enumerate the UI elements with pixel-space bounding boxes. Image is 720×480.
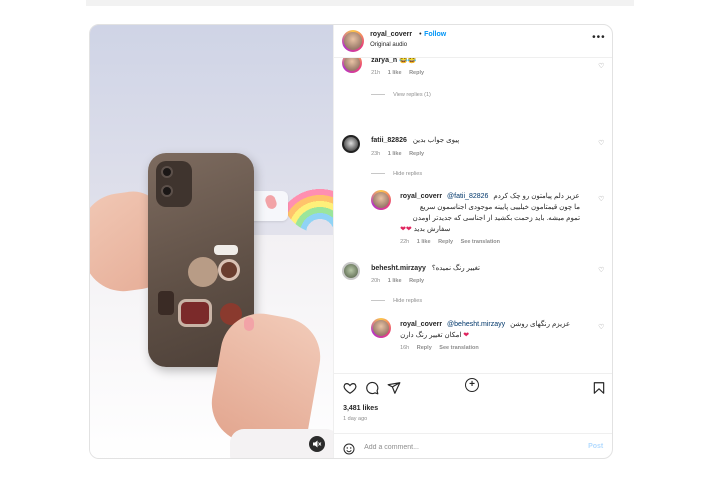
comment-likes[interactable]: 1 like [388, 278, 402, 284]
reply-body-line: عزیزم رنگهای روشن [510, 321, 571, 328]
heart-emoji: ❤ [463, 332, 470, 339]
heart-icon[interactable]: ♡ [598, 139, 604, 147]
post-dialog: royal_coverr • Follow Original audio •••… [89, 24, 613, 459]
avatar[interactable] [342, 58, 363, 73]
post-username[interactable]: royal_coverr [370, 31, 412, 38]
post-time-ago[interactable]: 1 day ago [343, 416, 367, 422]
sweet-label [214, 245, 238, 255]
likes-count[interactable]: 3,481 likes [343, 405, 378, 412]
reply-button[interactable]: Reply [409, 70, 424, 76]
post-media[interactable] [90, 25, 334, 458]
view-replies-button[interactable]: View replies (1) [371, 92, 431, 98]
comment-text: fatii_82826 پیوی جواب بدین [371, 136, 459, 144]
avatar[interactable] [342, 30, 365, 52]
reply-meta: 16h Reply See translation [400, 345, 485, 351]
comment-username[interactable]: zarya_n [371, 58, 397, 64]
send-icon[interactable] [387, 381, 401, 395]
comment-text: behesht.mirzayy تغییر رنگ نمیده؟ [371, 264, 480, 272]
comment-text: zarya_n 😂😂 [371, 58, 416, 64]
comment-icon[interactable] [365, 381, 379, 395]
see-translation-button[interactable]: See translation [439, 345, 478, 351]
reply-body-line: عزیز دلم پیامتون رو چک کردم [493, 193, 580, 200]
add-comment-bar: Post [334, 433, 612, 458]
reply-button[interactable]: Reply [417, 345, 432, 351]
load-more-comments-icon[interactable]: + [465, 378, 480, 392]
avatar[interactable] [371, 190, 392, 210]
reply-mention[interactable]: @behesht.mirzayy [447, 321, 505, 328]
reply-username[interactable]: royal_coverr [400, 321, 442, 328]
reply-meta: 22h 1 like Reply See translation [400, 239, 506, 245]
reply-body-line: امکان تغییر رنگ دارن ❤ [400, 332, 470, 339]
comment-likes[interactable]: 1 like [388, 151, 402, 157]
reply-body-line: ❤❤ سفارش بدید [400, 226, 451, 233]
comments-list[interactable]: zarya_n 😂😂 21h 1 like Reply ♡ View repli… [334, 58, 612, 395]
reply-button[interactable]: Reply [438, 239, 453, 245]
comment-time[interactable]: 20h [371, 278, 380, 284]
reply-username[interactable]: royal_coverr [400, 193, 442, 200]
heart-emoji: ❤❤ [400, 226, 412, 233]
audio-label[interactable]: Original audio [370, 42, 407, 48]
page-top-bar [86, 0, 634, 6]
comment-time[interactable]: 16h [400, 345, 409, 351]
avatar[interactable] [342, 262, 361, 280]
speaker-muted-icon[interactable] [309, 436, 325, 452]
avatar[interactable] [342, 135, 361, 153]
post-side-panel: royal_coverr • Follow Original audio •••… [333, 25, 612, 458]
comment-time[interactable]: 22h [400, 239, 409, 245]
actions-divider [334, 373, 612, 374]
reply-mention[interactable]: @fatii_82826 [447, 193, 488, 200]
cookie-charm [178, 299, 212, 327]
hide-replies-button[interactable]: Hide replies [371, 298, 422, 304]
comment-body: تغییر رنگ نمیده؟ [431, 265, 480, 272]
coffee-charm [158, 291, 174, 315]
comment-body: پیوی جواب بدین [412, 137, 460, 144]
reply-body-line: ما چون قیمتامون خیلییی پایینه موجودی اجن… [419, 204, 581, 211]
comment-username[interactable]: behesht.mirzayy [371, 265, 426, 272]
reply-button[interactable]: Reply [409, 151, 424, 157]
smiley-icon[interactable] [343, 442, 355, 455]
heart-icon[interactable]: ♡ [598, 195, 604, 203]
comment-meta: 21h 1 like Reply [371, 70, 430, 76]
heart-icon[interactable]: ♡ [598, 323, 604, 331]
more-horizontal-icon[interactable]: ••• [592, 32, 606, 43]
comment-body: 😂😂 [399, 58, 417, 64]
camera-lens [161, 166, 173, 178]
bookmark-icon[interactable] [592, 381, 606, 395]
donut-charm [218, 259, 240, 281]
reply-body-line: تموم میشه. باید زحمت بکشید از اجناسی که … [412, 215, 581, 222]
fingernail [244, 317, 254, 331]
camera-module [156, 161, 192, 207]
heart-icon[interactable] [343, 381, 357, 395]
heart-icon[interactable]: ♡ [598, 266, 604, 274]
comment-time[interactable]: 21h [371, 70, 380, 76]
hide-replies-button[interactable]: Hide replies [371, 171, 422, 177]
post-comment-button[interactable]: Post [588, 443, 603, 450]
heart-icon[interactable]: ♡ [598, 62, 604, 70]
bear-charm [188, 257, 218, 287]
comment-meta: 23h 1 like Reply [371, 151, 430, 157]
see-translation-button[interactable]: See translation [461, 239, 500, 245]
avatar[interactable] [371, 318, 392, 338]
follow-button[interactable]: Follow [424, 31, 446, 38]
reply-header: royal_coverr @behesht.mirzayy عزیزم رنگه… [400, 320, 570, 328]
comment-likes[interactable]: 1 like [388, 70, 402, 76]
post-header: royal_coverr • Follow Original audio ••• [334, 25, 612, 57]
comment-username[interactable]: fatii_82826 [371, 137, 407, 144]
reply-button[interactable]: Reply [409, 278, 424, 284]
header-separator: • [419, 31, 422, 38]
comment-time[interactable]: 23h [371, 151, 380, 157]
comment-meta: 20h 1 like Reply [371, 278, 430, 284]
camera-lens [161, 185, 173, 197]
reply-header: royal_coverr @fatii_82826 عزیز دلم پیامت… [400, 192, 580, 200]
add-comment-input[interactable] [364, 441, 565, 454]
comment-likes[interactable]: 1 like [417, 239, 431, 245]
